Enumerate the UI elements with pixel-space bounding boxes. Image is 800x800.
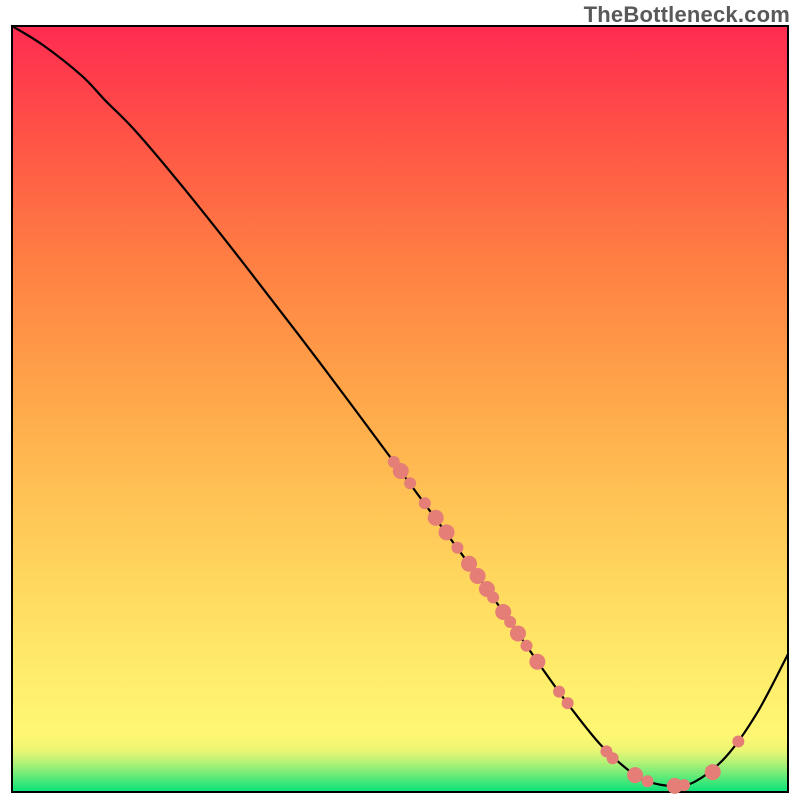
data-point — [439, 524, 455, 540]
data-point — [504, 616, 516, 628]
data-point — [487, 591, 499, 603]
data-point — [520, 640, 532, 652]
data-point — [553, 686, 565, 698]
data-point — [678, 779, 690, 791]
data-point — [419, 497, 431, 509]
data-point — [470, 568, 486, 584]
chart-container: TheBottleneck.com — [0, 0, 800, 800]
data-point — [451, 542, 463, 554]
data-point — [642, 775, 654, 787]
data-point — [510, 625, 526, 641]
data-point — [562, 697, 574, 709]
data-point — [607, 752, 619, 764]
chart-background — [12, 26, 788, 792]
data-point — [529, 654, 545, 670]
data-point — [428, 510, 444, 526]
data-point — [705, 764, 721, 780]
data-point — [732, 735, 744, 747]
data-point — [404, 477, 416, 489]
data-point — [627, 767, 643, 783]
data-point — [393, 463, 409, 479]
bottleneck-chart — [10, 24, 790, 794]
